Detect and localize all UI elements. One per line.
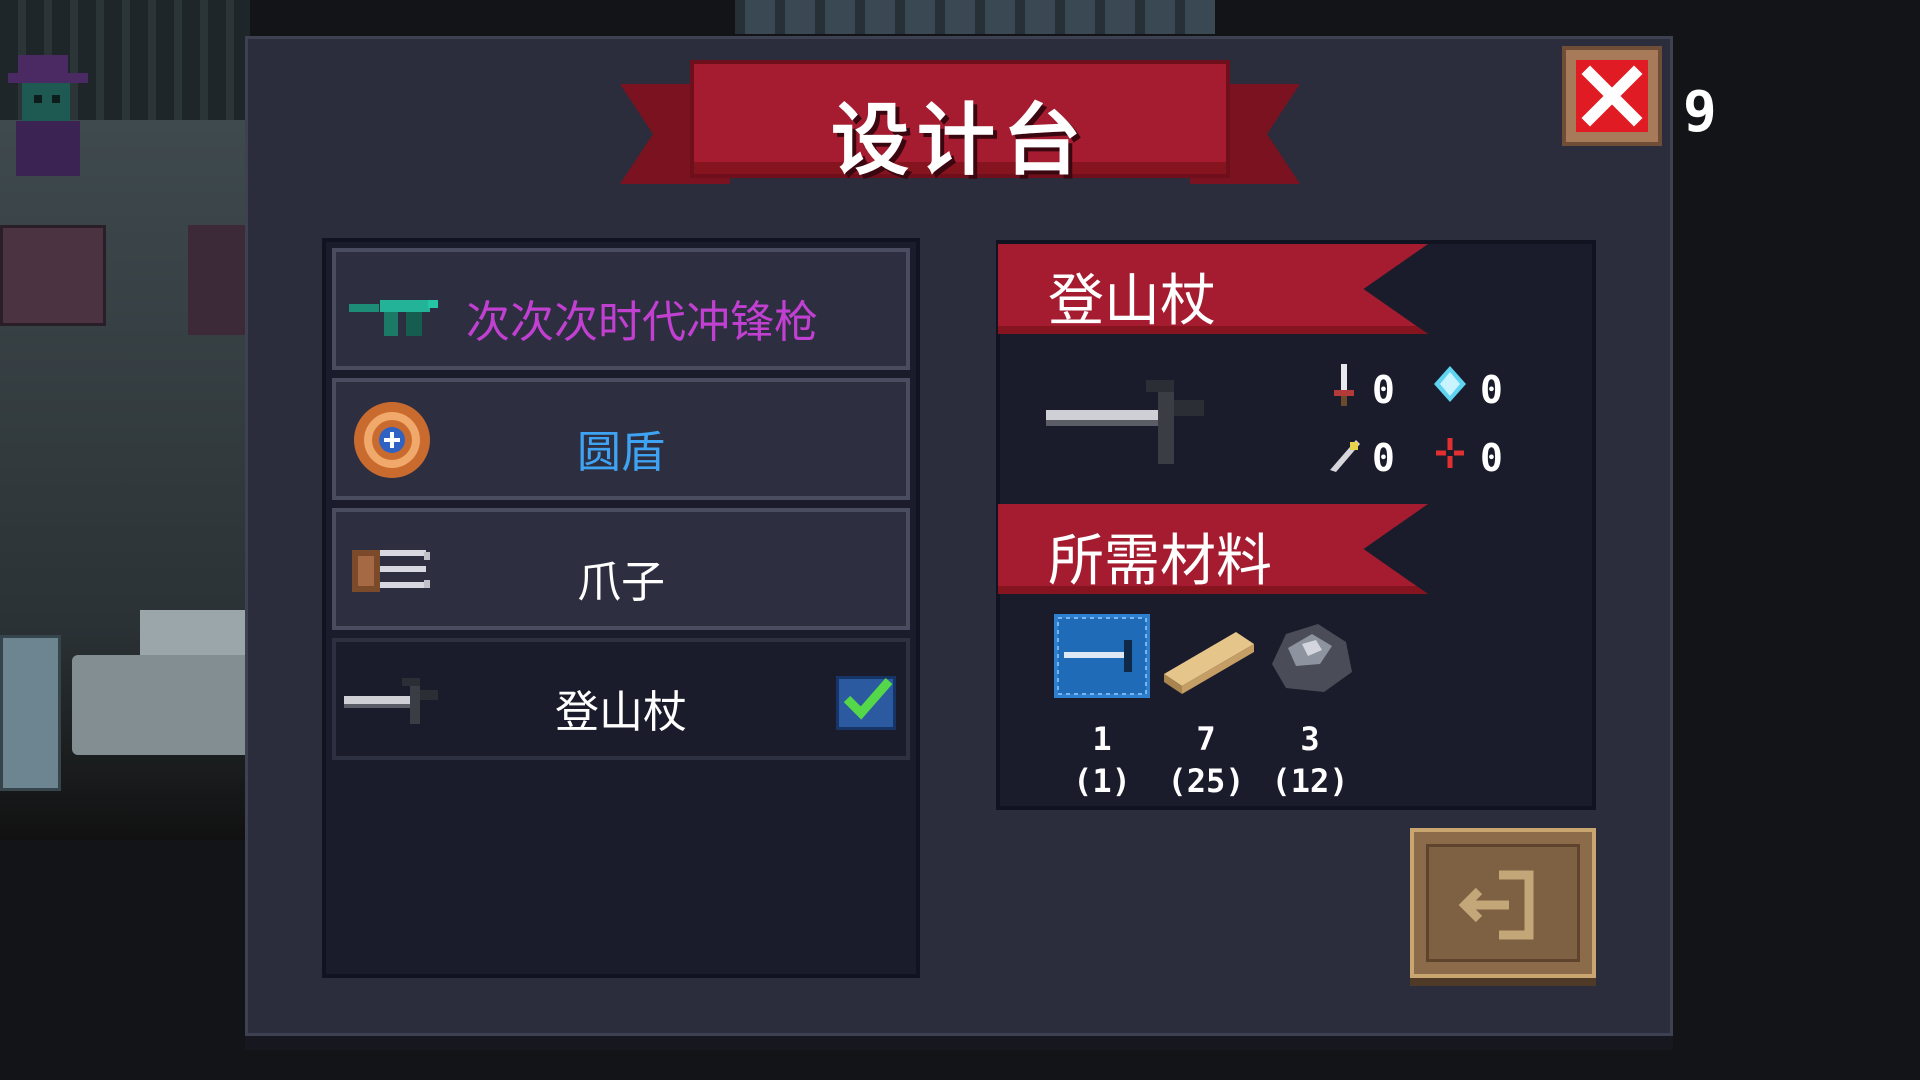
diamond-icon — [1434, 366, 1466, 402]
stat-accuracy-value: 0 — [1480, 436, 1503, 480]
list-item-label: 登山杖 — [555, 687, 687, 738]
npc-character — [8, 55, 88, 176]
background-workbench — [72, 655, 252, 755]
material-required-count: 7 — [1196, 720, 1216, 758]
close-icon — [1581, 65, 1643, 127]
materials-title: 所需材料 — [1048, 529, 1272, 594]
material-required-count: 3 — [1300, 720, 1320, 758]
list-item-label: 爪子 — [577, 557, 665, 608]
material-owned-count: (1) — [1073, 762, 1131, 800]
stat-crit-value: 0 — [1372, 436, 1395, 480]
iron-ore-icon — [1272, 624, 1352, 692]
material-owned-count: (25) — [1167, 762, 1245, 800]
stat-energy-value: 0 — [1480, 368, 1503, 412]
list-item-claw[interactable]: 爪子 — [332, 508, 910, 630]
list-item-climbing-pick[interactable]: 登山杖 — [332, 638, 910, 760]
page-title: 设计台 — [830, 96, 1089, 186]
exit-door-icon — [1458, 870, 1534, 940]
background-shelf — [188, 225, 248, 335]
checkmark-icon — [843, 678, 893, 720]
wood-plank-icon — [1164, 632, 1254, 694]
item-name: 登山杖 — [1048, 269, 1216, 334]
materials-ribbon: 所需材料 — [998, 504, 1428, 594]
list-item-label: 圆盾 — [577, 427, 665, 478]
material-required-count: 1 — [1092, 720, 1112, 758]
smg-icon — [349, 300, 438, 336]
counter-value: 9 — [1683, 80, 1717, 145]
blueprint-icon — [1054, 614, 1150, 698]
material-owned-count: (12) — [1271, 762, 1349, 800]
list-item-round-shield[interactable]: 圆盾 — [332, 378, 910, 500]
item-name-ribbon: 登山杖 — [998, 244, 1428, 334]
crosshair-icon — [1436, 438, 1464, 468]
background-machine — [0, 635, 61, 791]
title-banner: 设计台 — [620, 60, 1300, 200]
background-shelf — [0, 225, 106, 326]
item-detail-panel: 登山杖 0 0 0 0 所需材料 1 (1) 7 (25) 3 (12) — [996, 240, 1596, 810]
stat-damage-value: 0 — [1372, 368, 1395, 412]
list-item-label: 次次次时代冲锋枪 — [466, 297, 818, 348]
craft-button[interactable] — [1410, 828, 1596, 978]
close-button[interactable] — [1562, 46, 1662, 146]
climbing-pick-preview-icon — [1046, 380, 1204, 464]
crit-icon — [1330, 440, 1360, 472]
list-item-smg[interactable]: 次次次时代冲锋枪 — [332, 248, 910, 370]
dagger-icon — [1334, 364, 1354, 406]
recipe-list[interactable]: 次次次时代冲锋枪 圆盾 爪子 登山杖 — [322, 238, 920, 978]
selected-checkbox[interactable] — [836, 676, 896, 730]
background-top-structure — [735, 0, 1215, 34]
